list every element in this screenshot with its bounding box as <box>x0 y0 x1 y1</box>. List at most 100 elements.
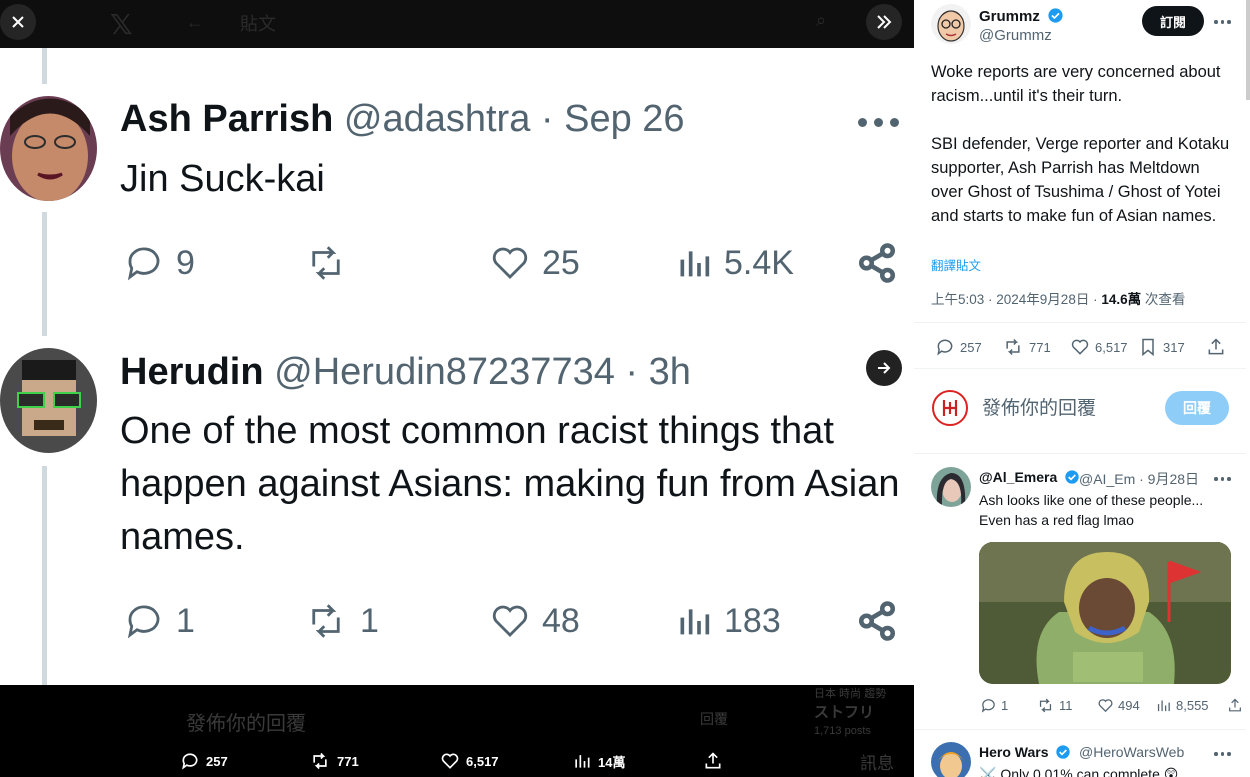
like-button[interactable]: 6,517 <box>1070 337 1128 357</box>
like-count: 494 <box>1118 698 1140 713</box>
heart-icon <box>492 605 528 637</box>
reply-input[interactable]: 發佈你的回覆 <box>982 393 1096 420</box>
more-icon <box>858 118 899 127</box>
more-options-icon[interactable] <box>1214 477 1231 481</box>
tweet-time: Sep 26 <box>564 98 685 140</box>
next-image-button[interactable] <box>866 350 902 386</box>
avatar <box>0 348 97 453</box>
close-icon <box>12 16 24 28</box>
thread-line <box>42 212 47 336</box>
share-upload-icon <box>705 752 721 769</box>
repost-icon <box>312 246 340 280</box>
trend-ghost: ストフリ <box>814 704 875 721</box>
verified-badge-icon <box>1056 745 1071 759</box>
x-logo-icon: 𝕏 <box>110 9 133 40</box>
avatar <box>0 96 97 201</box>
repost-icon <box>1039 698 1052 713</box>
views-label: 次查看 <box>1141 292 1186 307</box>
viewer-views-button[interactable]: 14萬 <box>572 751 625 771</box>
verified-badge-icon <box>1048 8 1063 23</box>
views-count: 14.6萬 <box>1101 292 1142 307</box>
expand-panel-button[interactable] <box>866 4 902 40</box>
viewer-like-button[interactable]: 6,517 <box>440 751 499 771</box>
reply-count: 1 <box>1001 698 1009 713</box>
reply-count: 9 <box>176 243 195 282</box>
like-count: 6,517 <box>466 753 499 769</box>
repost-icon <box>1006 338 1020 356</box>
share-icon <box>858 601 896 641</box>
author-name[interactable]: Grummz <box>979 7 1064 25</box>
more-options-icon[interactable] <box>1214 752 1231 756</box>
post-detail-panel: Grummz @Grummz 訂閱 Woke reports are very … <box>914 0 1250 777</box>
reply-author-name[interactable]: Hero Wars <box>979 744 1071 760</box>
back-arrow-icon: ← <box>186 12 204 32</box>
tweet-header: Herudin @Herudin87237734 · 3h <box>120 351 691 394</box>
tweet-text: Jin Suck-kai <box>120 158 325 200</box>
views-count: 5.4K <box>724 243 794 282</box>
reply-views-button[interactable]: 8,555 <box>1155 697 1209 714</box>
reply-repost-button[interactable]: 11 <box>1036 697 1073 714</box>
reply-author-name-text: Hero Wars <box>979 744 1049 760</box>
author-name: Herudin <box>120 351 264 393</box>
messages-ghost: 訊息 <box>860 754 894 773</box>
reply-icon <box>182 753 198 770</box>
trend-ghost: 日本 時尚 趨勢 <box>814 688 887 700</box>
more-options-icon[interactable] <box>1214 20 1231 24</box>
viewer-reply-button[interactable]: 257 <box>180 751 228 771</box>
repost-count: 771 <box>337 753 359 769</box>
reply-author-handle[interactable]: @HeroWarsWeb <box>1079 744 1184 760</box>
arrow-right-icon <box>878 362 891 374</box>
like-stat: 48 <box>488 600 580 642</box>
user-logo-icon <box>942 400 958 416</box>
share-button[interactable] <box>1206 337 1226 357</box>
views-count: 8,555 <box>1176 698 1209 713</box>
reply-author-name[interactable]: @Al_Emera <box>979 469 1080 485</box>
reply-share-button[interactable] <box>1227 697 1243 714</box>
views-icon <box>680 609 710 635</box>
tweet-text: One of the most common racist things tha… <box>120 410 900 558</box>
reply-like-button[interactable]: 494 <box>1097 697 1140 714</box>
viewer-share-button[interactable] <box>703 751 723 771</box>
author-name-text: Grummz <box>979 8 1040 25</box>
reply-count: 1 <box>176 601 195 640</box>
reply-image[interactable] <box>979 542 1231 684</box>
subscribe-button[interactable]: 訂閱 <box>1142 6 1204 36</box>
repost-button[interactable]: 771 <box>1002 337 1051 357</box>
close-button[interactable] <box>0 4 36 40</box>
search-icon: ⌕ <box>816 10 827 30</box>
author-handle[interactable]: @Grummz <box>979 27 1052 44</box>
viewer-repost-button[interactable]: 771 <box>309 751 359 771</box>
like-count: 48 <box>542 601 580 640</box>
reply-author-handle[interactable]: @AI_Em · 9月28日 <box>1079 469 1199 489</box>
bookmark-button[interactable]: 317 <box>1138 337 1185 357</box>
views-icon <box>575 755 590 768</box>
reply-count: 257 <box>960 339 982 355</box>
repost-count: 11 <box>1059 698 1073 713</box>
reply-icon <box>937 339 953 356</box>
views-stat: 183 <box>674 600 781 642</box>
share-upload-icon <box>1229 698 1241 712</box>
reply-avatar[interactable] <box>931 742 971 777</box>
reply-reply-button[interactable]: 1 <box>980 697 1008 714</box>
post-image[interactable]: Ash Parrish @adashtra · Sep 26 Jin Suck-… <box>0 48 914 685</box>
author-avatar[interactable] <box>931 4 971 44</box>
separator: · <box>540 98 554 140</box>
post-timestamp[interactable]: 上午5:03 · 2024年9月28日 · <box>931 292 1101 307</box>
translate-post-link[interactable]: 翻譯貼文 <box>931 255 981 274</box>
like-stat: 25 <box>488 242 580 284</box>
repost-icon <box>312 604 340 638</box>
reply-count: 257 <box>206 753 228 769</box>
divider <box>914 729 1246 730</box>
media-viewer: 𝕏 ← 貼文 ⌕ Ash Parrish @adashtra · Sep 26 … <box>0 0 914 777</box>
share-upload-icon <box>1208 338 1224 355</box>
views-stat: 5.4K <box>674 242 794 284</box>
views-icon <box>680 251 710 277</box>
author-name: Ash Parrish <box>120 98 334 140</box>
reply-button[interactable]: 257 <box>935 337 982 357</box>
reply-text: ⚔️ Only 0.01% can complete 😲 <box>979 766 1179 777</box>
divider <box>914 453 1246 454</box>
reply-avatar[interactable] <box>931 467 971 507</box>
scrollbar[interactable] <box>1246 0 1250 100</box>
reply-submit-button[interactable]: 回覆 <box>1165 391 1229 425</box>
reply-text: Ash looks like one of these people... Ev… <box>979 492 1204 528</box>
